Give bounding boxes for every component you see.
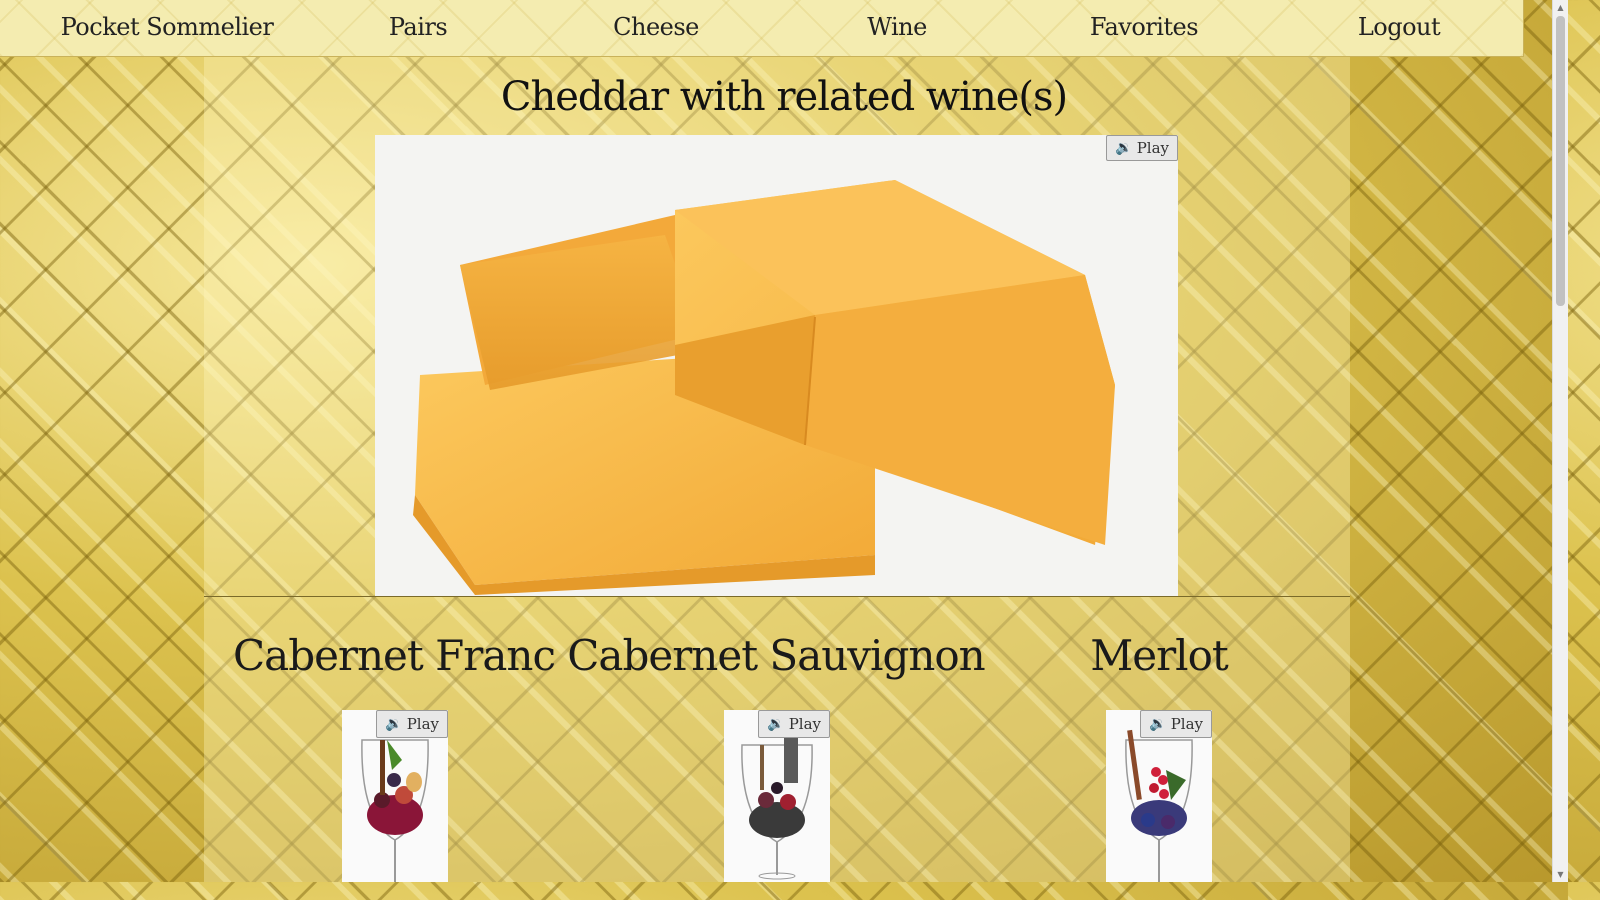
scroll-up-icon[interactable]: ▲ — [1553, 0, 1568, 15]
play-label: Play — [1170, 715, 1203, 733]
cabernet-franc-play-button[interactable]: 🔉 Play — [376, 710, 448, 738]
cabernet-sauvignon-play-button[interactable]: 🔉 Play — [758, 710, 830, 738]
nav-pairs[interactable]: Pairs — [389, 13, 448, 41]
wine-name-cabernet-sauvignon[interactable]: Cabernet Sauvignon — [567, 631, 985, 680]
merlot-play-button[interactable]: 🔉 Play — [1140, 710, 1212, 738]
hero-play-button[interactable]: 🔉 Play — [1106, 135, 1178, 161]
wine-image-cabernet-sauvignon[interactable]: 🔉 Play — [724, 710, 830, 882]
nav-wine[interactable]: Wine — [867, 13, 927, 41]
nav-logout[interactable]: Logout — [1358, 13, 1441, 41]
top-navbar: Pocket Sommelier Pairs Cheese Wine Favor… — [0, 0, 1524, 57]
play-label: Play — [1136, 139, 1169, 157]
scrollbar-thumb[interactable] — [1556, 16, 1565, 306]
section-divider — [204, 596, 1350, 597]
nav-cheese[interactable]: Cheese — [613, 13, 699, 41]
speaker-icon: 🔉 — [1149, 716, 1167, 732]
page-title: Cheddar with related wine(s) — [500, 74, 1068, 120]
wine-image-cabernet-franc[interactable]: 🔉 Play — [342, 710, 448, 882]
play-label: Play — [788, 715, 821, 733]
wine-name-merlot[interactable]: Merlot — [1090, 631, 1229, 680]
nav-favorites[interactable]: Favorites — [1090, 13, 1199, 41]
brand-link[interactable]: Pocket Sommelier — [61, 13, 274, 41]
vertical-scrollbar[interactable]: ▲ ▼ — [1552, 0, 1568, 882]
cheese-image: 🔉 Play — [375, 135, 1178, 596]
scroll-down-icon[interactable]: ▼ — [1553, 867, 1568, 882]
speaker-icon: 🔉 — [385, 716, 403, 732]
speaker-icon: 🔉 — [1115, 140, 1133, 156]
wine-image-merlot[interactable]: 🔉 Play — [1106, 710, 1212, 882]
speaker-icon: 🔉 — [767, 716, 785, 732]
cheddar-illustration — [413, 180, 1115, 595]
play-label: Play — [406, 715, 439, 733]
wine-name-cabernet-franc[interactable]: Cabernet Franc — [233, 631, 556, 680]
